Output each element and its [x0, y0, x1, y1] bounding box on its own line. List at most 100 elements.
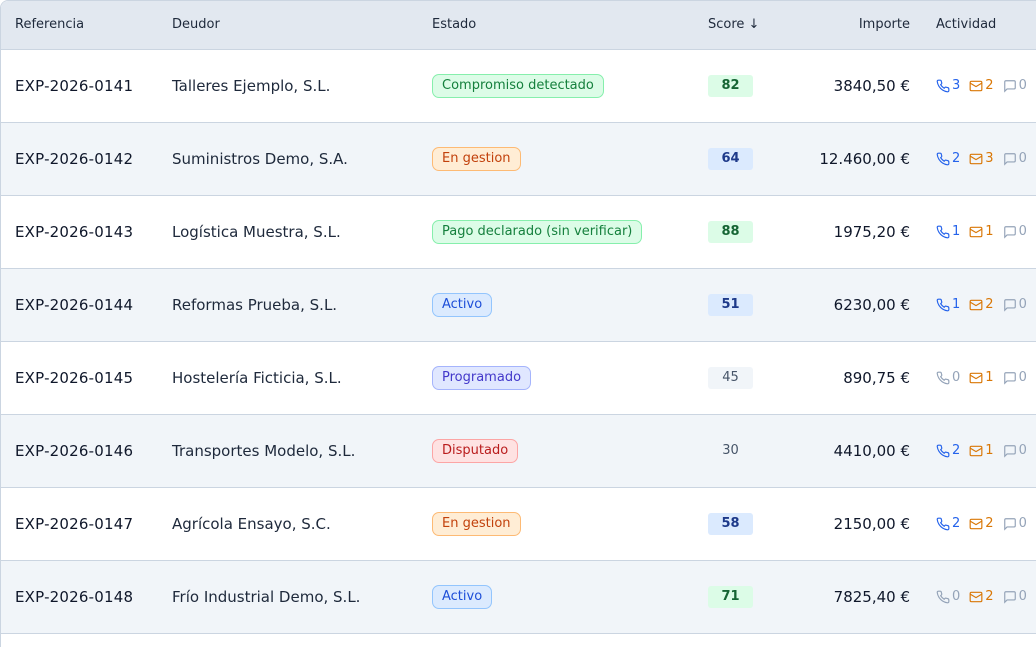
table-header-row: Referencia Deudor Estado Score ↓ Importe…	[1, 1, 1036, 50]
calls-counter[interactable]: 2	[936, 443, 960, 458]
mails-counter[interactable]: 2	[969, 589, 994, 604]
column-header-deudor[interactable]: Deudor	[172, 1, 418, 50]
table-row[interactable]: EXP-2026-0148 Frío Industrial Demo, S.L.…	[1, 560, 1036, 633]
calls-counter[interactable]: 3	[936, 78, 960, 93]
table-row[interactable]: EXP-2026-0146 Transportes Modelo, S.L. D…	[1, 414, 1036, 487]
cell-referencia: EXP-2026-0143	[1, 195, 172, 268]
referencia-text[interactable]: EXP-2026-0145	[15, 369, 133, 387]
column-header-referencia[interactable]: Referencia	[1, 1, 172, 50]
messages-counter[interactable]: 0	[1003, 297, 1027, 312]
phone-icon	[936, 517, 950, 530]
activity-counters: 2 3 0	[910, 151, 1036, 166]
calls-count: 2	[952, 443, 961, 458]
deudor-text: Transportes Modelo, S.L.	[172, 441, 356, 460]
activity-counters: 0 1 0	[910, 370, 1036, 385]
table-row[interactable]: EXP-2026-0144 Reformas Prueba, S.L. Acti…	[1, 268, 1036, 341]
cell-actividad: 0 1 0	[910, 341, 1036, 414]
deudor-text: Logística Muestra, S.L.	[172, 222, 341, 241]
mails-counter[interactable]: 1	[969, 224, 994, 239]
cell-estado: Compromiso detectado	[418, 49, 695, 122]
referencia-text[interactable]: EXP-2026-0147	[15, 515, 133, 533]
cell-actividad: 2 3 0	[910, 122, 1036, 195]
table-row[interactable]: EXP-2026-0142 Suministros Demo, S.A. En …	[1, 122, 1036, 195]
expedientes-table: Referencia Deudor Estado Score ↓ Importe…	[1, 1, 1036, 634]
mails-count: 2	[985, 589, 994, 604]
mails-counter[interactable]: 2	[969, 78, 994, 93]
calls-counter[interactable]: 0	[936, 589, 960, 604]
referencia-text[interactable]: EXP-2026-0143	[15, 223, 133, 241]
cell-referencia: EXP-2026-0147	[1, 487, 172, 560]
cell-referencia: EXP-2026-0142	[1, 122, 172, 195]
cell-importe: 12.460,00 €	[762, 122, 910, 195]
referencia-text[interactable]: EXP-2026-0141	[15, 77, 133, 95]
calls-counter[interactable]: 2	[936, 516, 960, 531]
cell-importe: 1975,20 €	[762, 195, 910, 268]
referencia-text[interactable]: EXP-2026-0146	[15, 442, 133, 460]
cell-actividad: 1 2 0	[910, 268, 1036, 341]
referencia-text[interactable]: EXP-2026-0144	[15, 296, 133, 314]
cell-importe: 3840,50 €	[762, 49, 910, 122]
message-icon	[1003, 225, 1016, 239]
cell-score: 82	[695, 49, 762, 122]
calls-count: 2	[952, 516, 961, 531]
activity-counters: 2 2 0	[910, 516, 1036, 531]
status-badge: Disputado	[432, 438, 519, 463]
mail-icon	[969, 299, 983, 310]
mails-count: 2	[985, 516, 994, 531]
messages-counter[interactable]: 0	[1003, 78, 1027, 93]
importe-text: 6230,00 €	[833, 295, 910, 314]
mail-icon	[969, 445, 983, 456]
phone-icon	[936, 298, 950, 311]
score-badge: 51	[708, 293, 753, 316]
table-row[interactable]: EXP-2026-0147 Agrícola Ensayo, S.C. En g…	[1, 487, 1036, 560]
phone-icon	[936, 79, 950, 92]
cell-estado: En gestion	[418, 122, 695, 195]
mails-counter[interactable]: 3	[969, 151, 994, 166]
table-row[interactable]: EXP-2026-0143 Logística Muestra, S.L. Pa…	[1, 195, 1036, 268]
mails-counter[interactable]: 1	[969, 370, 994, 385]
score-badge: 64	[708, 147, 753, 170]
column-header-estado[interactable]: Estado	[418, 1, 695, 50]
calls-counter[interactable]: 1	[936, 224, 960, 239]
calls-counter[interactable]: 0	[936, 370, 960, 385]
calls-count: 1	[952, 297, 961, 312]
referencia-text[interactable]: EXP-2026-0142	[15, 150, 133, 168]
messages-count: 0	[1018, 443, 1027, 458]
cell-deudor: Reformas Prueba, S.L.	[172, 268, 418, 341]
phone-icon	[936, 444, 950, 457]
messages-counter[interactable]: 0	[1003, 589, 1027, 604]
activity-counters: 1 1 0	[910, 224, 1036, 239]
cell-estado: Disputado	[418, 414, 695, 487]
referencia-text[interactable]: EXP-2026-0148	[15, 588, 133, 606]
messages-counter[interactable]: 0	[1003, 224, 1027, 239]
cell-deudor: Talleres Ejemplo, S.L.	[172, 49, 418, 122]
cell-referencia: EXP-2026-0146	[1, 414, 172, 487]
messages-counter[interactable]: 0	[1003, 443, 1027, 458]
score-badge: 30	[722, 442, 739, 458]
cell-referencia: EXP-2026-0145	[1, 341, 172, 414]
phone-icon	[936, 152, 950, 165]
calls-counter[interactable]: 1	[936, 297, 960, 312]
messages-count: 0	[1018, 78, 1027, 93]
cell-score: 64	[695, 122, 762, 195]
column-header-score[interactable]: Score ↓	[695, 1, 762, 50]
table-row[interactable]: EXP-2026-0145 Hostelería Ficticia, S.L. …	[1, 341, 1036, 414]
message-icon	[1003, 79, 1016, 93]
cell-deudor: Hostelería Ficticia, S.L.	[172, 341, 418, 414]
status-badge: En gestion	[432, 146, 521, 171]
calls-counter[interactable]: 2	[936, 151, 960, 166]
mails-counter[interactable]: 2	[969, 516, 994, 531]
messages-counter[interactable]: 0	[1003, 516, 1027, 531]
mails-counter[interactable]: 2	[969, 297, 994, 312]
column-header-actividad[interactable]: Actividad	[910, 1, 1036, 50]
mails-counter[interactable]: 1	[969, 443, 994, 458]
table-row[interactable]: EXP-2026-0141 Talleres Ejemplo, S.L. Com…	[1, 49, 1036, 122]
status-badge: En gestion	[432, 511, 521, 536]
messages-counter[interactable]: 0	[1003, 151, 1027, 166]
messages-counter[interactable]: 0	[1003, 370, 1027, 385]
message-icon	[1003, 298, 1016, 312]
column-header-importe[interactable]: Importe	[762, 1, 910, 50]
messages-count: 0	[1018, 224, 1027, 239]
deudor-text: Hostelería Ficticia, S.L.	[172, 368, 342, 387]
importe-text: 2150,00 €	[833, 514, 910, 533]
